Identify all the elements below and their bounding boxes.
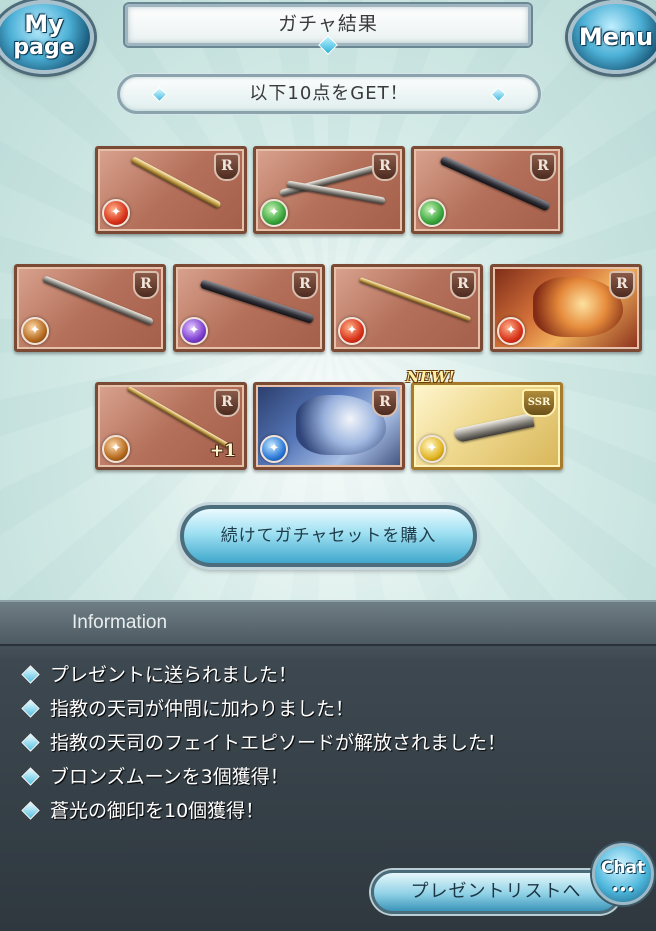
rarity-badge: R [450,271,476,299]
item-card[interactable]: R ✦ [411,146,563,234]
list-item: 指教の天司が仲間に加わりました！ [21,692,622,726]
result-summary: 以下10点をGET！ [249,83,409,104]
item-card[interactable]: R ✦ [14,264,166,352]
item-card[interactable]: R ✦ [490,264,642,352]
list-item: 指教の天司のフェイトエピソードが解放されました！ [21,726,622,760]
gacha-result-area: My page ガチャ結果 Menu 以下10点をGET！ R ✦ R ✦ R … [0,0,656,600]
dark-element-icon: ✦ [180,317,208,345]
new-badge: NEW! [406,368,455,386]
buy-again-button[interactable]: 続けてガチャセットを購入 [180,505,477,567]
earth-element-icon: ✦ [102,435,130,463]
diamond-bullet-icon [21,733,40,752]
message-text: プレゼントに送られました！ [50,664,298,686]
mypage-label-line2: page [13,35,75,60]
light-element-icon: ✦ [418,435,446,463]
item-card[interactable]: R ✦ [253,382,405,470]
rarity-badge: SSR [522,389,556,417]
item-card[interactable]: R ✦ [173,264,325,352]
list-item: ブロンズムーンを3個獲得！ [21,760,622,794]
weapon-image [286,180,386,205]
fire-element-icon: ✦ [497,317,525,345]
chat-label: Chat [600,858,646,878]
item-card-ssr[interactable]: SSR ✦ [411,382,563,470]
weapon-image [130,155,222,210]
message-text: 指教の天司が仲間に加わりました！ [50,698,355,720]
list-item: 蒼光の御印を10個獲得！ [21,794,622,828]
list-item: プレゼントに送られました！ [21,658,622,692]
rarity-badge: R [372,153,398,181]
rarity-badge: R [133,271,159,299]
item-card[interactable]: R ✦ +1 [95,382,247,470]
diamond-bullet-icon [21,767,40,786]
rarity-badge: R [609,271,635,299]
title-bar: ガチャ結果 [125,4,531,55]
information-title: Information [72,612,168,633]
result-summary-bar: 以下10点をGET！ [117,74,541,114]
diamond-bullet-icon [21,801,40,820]
rarity-badge: R [292,271,318,299]
rarity-badge: R [214,389,240,417]
rarity-badge: R [214,153,240,181]
rarity-badge: R [372,389,398,417]
water-element-icon: ✦ [260,435,288,463]
present-list-label: プレゼントリストへ [410,881,582,902]
information-messages: プレゼントに送られました！ 指教の天司が仲間に加わりました！ 指教の天司のフェイ… [21,658,622,828]
mypage-label-line1: My [24,10,64,38]
fire-element-icon: ✦ [338,317,366,345]
diamond-bullet-icon [21,665,40,684]
rarity-badge: R [530,153,556,181]
wind-element-icon: ✦ [418,199,446,227]
chat-button[interactable]: Chat ••• [592,843,654,905]
chat-dots-icon: ••• [611,883,635,897]
menu-label: Menu [578,23,654,51]
message-text: ブロンズムーンを3個獲得！ [50,766,289,788]
buy-again-label: 続けてガチャセットを購入 [220,526,437,546]
diamond-bullet-icon [21,699,40,718]
item-card[interactable]: R ✦ [253,146,405,234]
item-card[interactable]: R ✦ [95,146,247,234]
mypage-button[interactable]: My page [0,0,94,74]
menu-button[interactable]: Menu [568,0,656,74]
plus-bonus: +1 [209,441,236,461]
present-list-button[interactable]: プレゼントリストへ [371,870,621,914]
earth-element-icon: ✦ [21,317,49,345]
message-text: 蒼光の御印を10個獲得！ [50,800,265,822]
wind-element-icon: ✦ [260,199,288,227]
fire-element-icon: ✦ [102,199,130,227]
information-header: Information [0,602,656,646]
message-text: 指教の天司のフェイトエピソードが解放されました！ [50,732,507,754]
weapon-image [453,412,535,444]
item-card[interactable]: R ✦ [331,264,483,352]
